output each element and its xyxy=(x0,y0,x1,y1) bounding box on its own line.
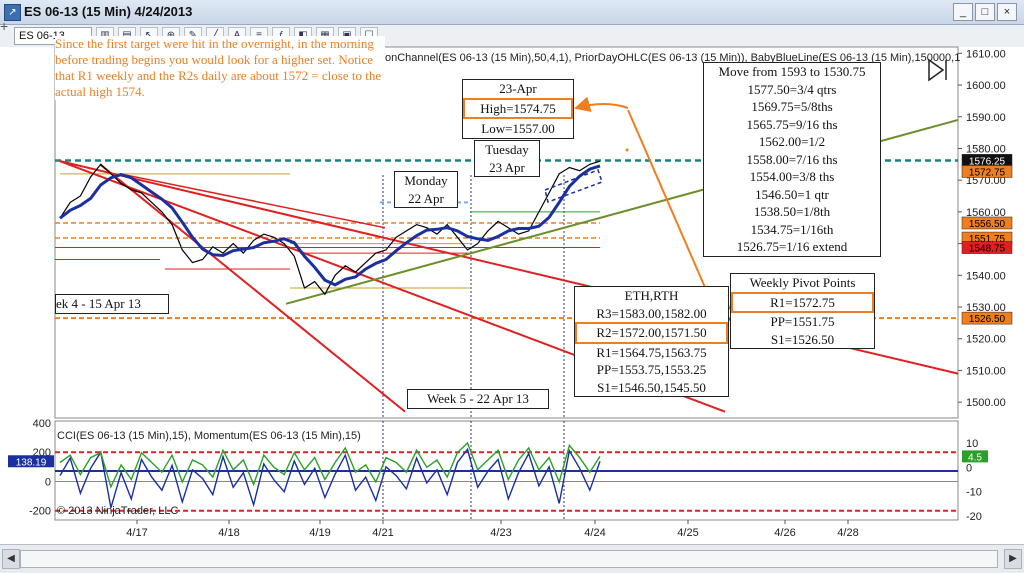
copyright-text: © 2013 NinjaTrader, LLC xyxy=(57,505,179,517)
box-weekly-pivots-title: Weekly Pivot Points xyxy=(749,275,856,290)
price-tick-label: 1600.00 xyxy=(966,80,1006,92)
cci-marker-label: 138.19 xyxy=(16,457,47,468)
date-tick-label: 4/19 xyxy=(309,527,330,539)
retracement-row: 1534.75=1/16th xyxy=(750,221,834,237)
daily-pivot-row: S1=1546.50,1545.50 xyxy=(597,379,706,395)
momentum-marker-label: 4.5 xyxy=(968,452,982,463)
weekly-pivot-row: S1=1526.50 xyxy=(770,331,835,347)
date-tick-label: 4/18 xyxy=(218,527,239,539)
retracement-row: 1554.00=3/8 ths xyxy=(749,169,835,184)
date-tick-label: 4/17 xyxy=(126,527,147,539)
scrollbar-thumb[interactable] xyxy=(20,550,998,568)
box-monday-date: 22 Apr xyxy=(408,190,444,206)
price-marker-label: 1548.75 xyxy=(969,244,1006,255)
indicator-pane-title: CCI(ES 06-13 (15 Min),15), Momentum(ES 0… xyxy=(57,430,361,442)
box-week4: ek 4 - 15 Apr 13 xyxy=(55,294,169,314)
cci-tick-label: -200 xyxy=(29,506,51,518)
price-tick-label: 1520.00 xyxy=(966,334,1006,346)
box-week5-text: Week 5 - 22 Apr 13 xyxy=(427,391,529,406)
box-tuesday: Tuesday 23 Apr xyxy=(474,140,540,177)
box-week4-text: ek 4 - 15 Apr 13 xyxy=(56,296,141,311)
daily-pivot-row: R1=1564.75,1563.75 xyxy=(596,344,707,360)
daily-pivot-row: R3=1583.00,1582.00 xyxy=(596,305,707,321)
date-tick-label: 4/24 xyxy=(584,527,605,539)
price-tick-label: 1540.00 xyxy=(966,270,1006,282)
box-week5: Week 5 - 22 Apr 13 xyxy=(407,389,549,409)
price-tick-label: 1500.00 xyxy=(966,397,1006,409)
momentum-tick-label: 0 xyxy=(966,462,972,474)
box-monday-day: Monday xyxy=(404,173,448,188)
box-tuesday-day: Tuesday xyxy=(485,142,529,157)
date-tick-label: 4/25 xyxy=(677,527,698,539)
price-tick-label: 1610.00 xyxy=(966,48,1006,60)
daily-pivot-row: R2=1572.00,1571.50 xyxy=(575,322,728,344)
box-monday: Monday 22 Apr xyxy=(394,171,458,208)
retracement-row: 1558.00=7/16 ths xyxy=(746,151,838,167)
retracement-row: 1546.50=1 qtr xyxy=(755,186,829,202)
cci-tick-label: 400 xyxy=(33,418,51,430)
scroll-left-icon[interactable]: ◀ xyxy=(2,549,20,569)
retracement-row: 1569.75=5/8ths xyxy=(751,99,833,114)
box-23apr-high: High=1574.75 xyxy=(463,97,573,119)
date-tick-label: 4/28 xyxy=(837,527,858,539)
date-tick-label: 4/21 xyxy=(372,527,393,539)
weekly-pivot-row: PP=1551.75 xyxy=(770,314,835,329)
orange-dot xyxy=(625,148,629,152)
scroll-right-icon[interactable]: ▶ xyxy=(1004,549,1022,569)
analysis-note: Since the first target were hit in the o… xyxy=(55,36,385,100)
retracement-row: 1577.50=3/4 qtrs xyxy=(747,81,837,97)
price-marker-label: 1526.50 xyxy=(969,314,1006,325)
retracement-row: 1562.00=1/2 xyxy=(758,134,826,149)
box-23apr-low: Low=1557.00 xyxy=(481,121,555,136)
retracement-row: 1526.75=1/16 extend xyxy=(736,239,848,254)
box-23apr-date: 23-Apr xyxy=(499,81,537,96)
weekly-pivot-row: R1=1572.75 xyxy=(731,291,874,313)
date-tick-label: 4/23 xyxy=(490,527,511,539)
box-weekly-pivots: Weekly Pivot Points R1=1572.75 PP=1551.75… xyxy=(730,273,875,349)
cci-tick-label: 0 xyxy=(45,476,51,488)
retracement-row: 1538.50=1/8th xyxy=(753,204,831,219)
box-retracement-title: Move from 1593 to 1530.75 xyxy=(718,64,866,79)
price-tick-label: 1580.00 xyxy=(966,143,1006,155)
box-retracement-levels: Move from 1593 to 1530.75 1577.50=3/4 qt… xyxy=(703,62,881,257)
price-marker-label: 1556.50 xyxy=(969,219,1006,230)
momentum-tick-label: -10 xyxy=(966,487,982,499)
horizontal-scrollbar[interactable]: ◀ ▶ xyxy=(0,544,1024,573)
box-daily-pivots: ETH,RTH R3=1583.00,1582.00 R2=1572.00,157… xyxy=(574,286,729,397)
momentum-tick-label: 10 xyxy=(966,438,978,450)
price-tick-label: 1590.00 xyxy=(966,112,1006,124)
box-daily-pivots-title: ETH,RTH xyxy=(624,288,679,303)
daily-pivot-row: PP=1553.75,1553.25 xyxy=(596,362,707,377)
box-23apr: 23-Apr High=1574.75 Low=1557.00 xyxy=(462,79,574,139)
price-marker-label: 1572.75 xyxy=(969,167,1006,178)
box-tuesday-date: 23 Apr xyxy=(489,159,525,175)
retracement-row: 1565.75=9/16 ths xyxy=(746,116,838,132)
date-tick-label: 4/26 xyxy=(774,527,795,539)
price-tick-label: 1510.00 xyxy=(966,365,1006,377)
momentum-tick-label: -20 xyxy=(966,511,982,523)
